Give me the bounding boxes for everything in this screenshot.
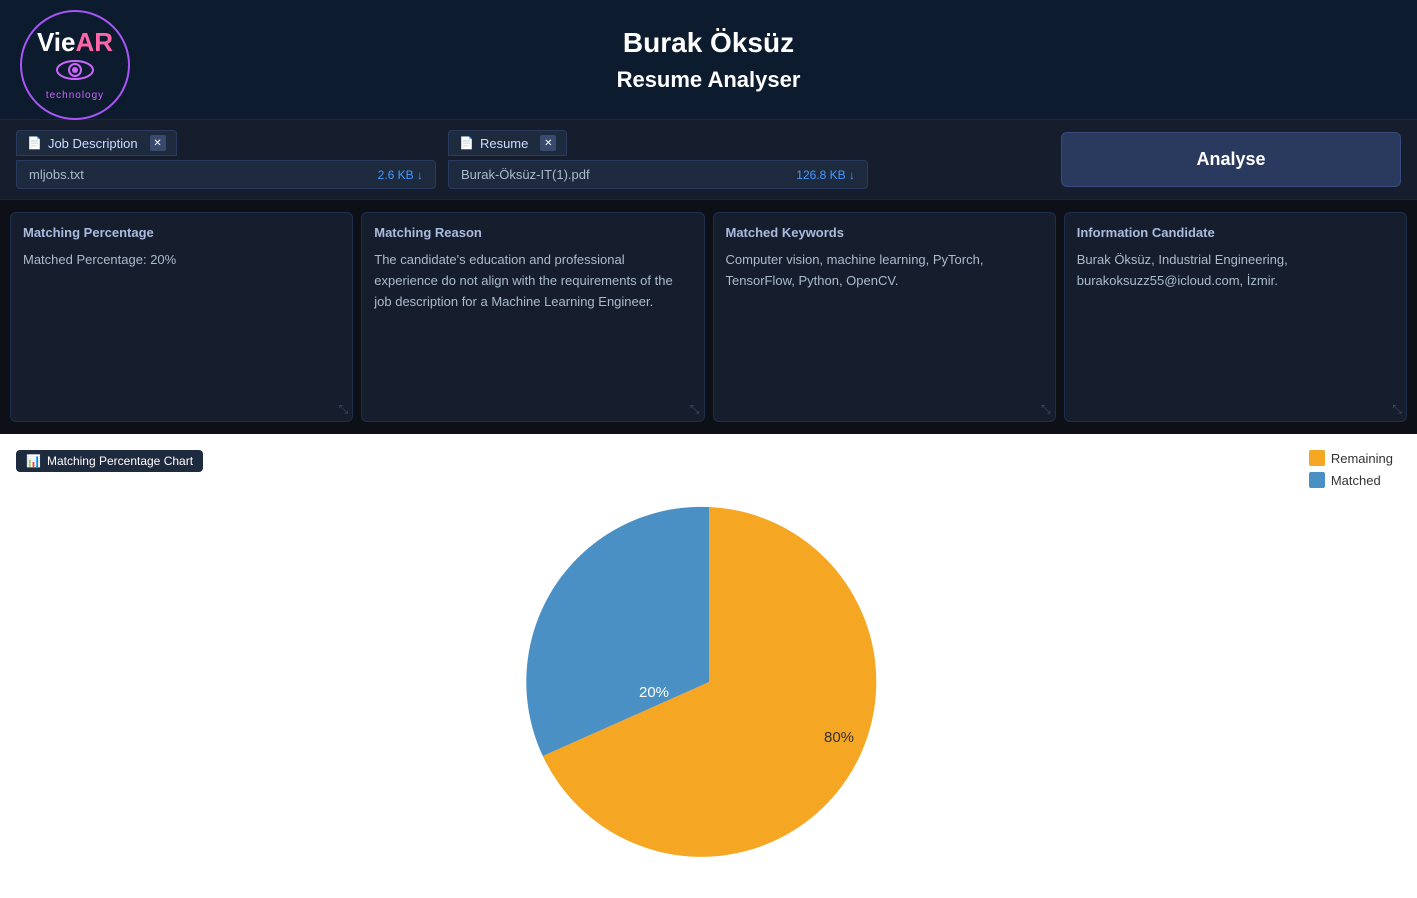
matching-percentage-title: Matching Percentage	[23, 225, 340, 240]
job-filesize: 2.6 KB ↓	[378, 168, 423, 182]
chart-area: 📊 Matching Percentage Chart Remaining Ma…	[0, 434, 1417, 898]
logo-vie: Vie	[37, 27, 76, 57]
chart-title: 📊 Matching Percentage Chart	[16, 450, 203, 472]
resume-doc-icon: 📄	[459, 136, 474, 150]
resize-handle-1[interactable]: ⤡	[339, 402, 349, 417]
chart-legend: Remaining Matched	[1309, 450, 1393, 488]
logo-circle: VieAR technology	[20, 10, 130, 120]
matching-percentage-card: Matching Percentage Matched Percentage: …	[10, 212, 353, 422]
resize-handle-2[interactable]: ⤡	[690, 402, 700, 417]
matching-reason-card: Matching Reason The candidate's educatio…	[361, 212, 704, 422]
job-tab-label: Job Description	[48, 136, 138, 151]
job-file-row: mljobs.txt 2.6 KB ↓	[16, 160, 436, 189]
pie-chart: 80% 20%	[499, 492, 919, 872]
job-description-tab[interactable]: 📄 Job Description ✕	[16, 130, 177, 156]
legend-matched: Matched	[1309, 472, 1393, 488]
resume-tab[interactable]: 📄 Resume ✕	[448, 130, 567, 156]
logo-ar: AR	[76, 27, 114, 57]
legend-matched-label: Matched	[1331, 473, 1381, 488]
analyse-button[interactable]: Analyse	[1061, 132, 1401, 187]
doc-icon: 📄	[27, 136, 42, 150]
chart-title-bar: 📊 Matching Percentage Chart	[16, 450, 1401, 472]
matched-keywords-card: Matched Keywords Computer vision, machin…	[713, 212, 1056, 422]
information-candidate-title: Information Candidate	[1077, 225, 1394, 240]
resume-section: 📄 Resume ✕ Burak-Öksüz-IT(1).pdf 126.8 K…	[448, 130, 868, 189]
upload-bar: 📄 Job Description ✕ mljobs.txt 2.6 KB ↓ …	[0, 120, 1417, 200]
matching-percentage-content: Matched Percentage: 20%	[23, 250, 340, 271]
information-candidate-content: Burak Öksüz, Industrial Engineering, bur…	[1077, 250, 1394, 292]
matching-reason-title: Matching Reason	[374, 225, 691, 240]
resume-close-button[interactable]: ✕	[540, 135, 556, 151]
eye-icon	[55, 59, 95, 86]
resize-handle-4[interactable]: ⤡	[1392, 402, 1402, 417]
legend-remaining: Remaining	[1309, 450, 1393, 466]
remaining-pct-label: 80%	[823, 729, 853, 746]
information-candidate-card: Information Candidate Burak Öksüz, Indus…	[1064, 212, 1407, 422]
chart-title-label: Matching Percentage Chart	[47, 454, 193, 468]
matched-pct-label: 20%	[638, 684, 668, 701]
matching-reason-content: The candidate's education and profession…	[374, 250, 691, 312]
chart-icon: 📊	[26, 454, 41, 468]
job-filename: mljobs.txt	[29, 167, 84, 182]
resume-file-row: Burak-Öksüz-IT(1).pdf 126.8 KB ↓	[448, 160, 868, 189]
logo-text: VieAR	[37, 29, 113, 55]
matched-keywords-title: Matched Keywords	[726, 225, 1043, 240]
legend-matched-color	[1309, 472, 1325, 488]
cards-area: Matching Percentage Matched Percentage: …	[0, 200, 1417, 434]
logo-sub-text: technology	[46, 90, 104, 101]
header-subtitle: Resume Analyser	[617, 67, 801, 93]
job-close-button[interactable]: ✕	[150, 135, 166, 151]
resume-tab-label: Resume	[480, 136, 528, 151]
header-titles: Burak Öksüz Resume Analyser	[617, 27, 801, 93]
header: VieAR technology Burak Öksüz Resume Anal…	[0, 0, 1417, 120]
legend-remaining-label: Remaining	[1331, 451, 1393, 466]
resume-filesize: 126.8 KB ↓	[796, 168, 855, 182]
legend-remaining-color	[1309, 450, 1325, 466]
header-name: Burak Öksüz	[617, 27, 801, 59]
job-description-section: 📄 Job Description ✕ mljobs.txt 2.6 KB ↓	[16, 130, 436, 189]
pie-chart-container: 80% 20%	[16, 482, 1401, 882]
matched-keywords-content: Computer vision, machine learning, PyTor…	[726, 250, 1043, 292]
resume-filename: Burak-Öksüz-IT(1).pdf	[461, 167, 590, 182]
resize-handle-3[interactable]: ⤡	[1041, 402, 1051, 417]
logo-area: VieAR technology	[20, 10, 130, 120]
